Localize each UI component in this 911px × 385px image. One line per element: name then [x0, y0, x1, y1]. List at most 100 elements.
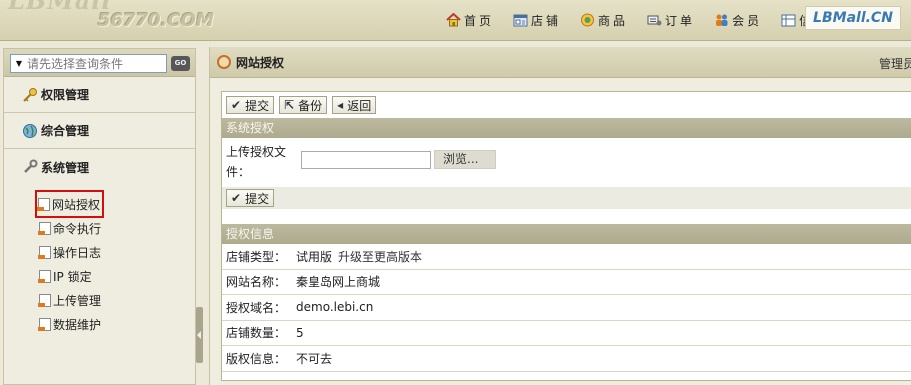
search-condition-select[interactable]: ▼ 请先选择查询条件: [10, 54, 167, 73]
upload-row: 上传授权文件： 浏览...: [222, 138, 911, 184]
nav-store-label: 店铺: [531, 13, 562, 28]
nav-goods[interactable]: 商品: [580, 11, 628, 29]
main-panel: 网站授权 管理员 ✔ 提交 ⇱ 备份 ◂ 返回 系统授权 上传授权文件： 浏览.…: [209, 47, 911, 385]
goods-icon: [580, 13, 595, 27]
info-key: 店铺类型：: [226, 249, 287, 264]
page-title: 网站授权: [236, 55, 285, 70]
order-icon: [647, 13, 662, 27]
sidebar-group-system[interactable]: 系统管理: [4, 149, 195, 185]
sidebar-item-label: 上传管理: [53, 293, 102, 308]
sidebar-group-label: 综合管理: [41, 124, 90, 138]
table-row: 店铺数量： 5: [222, 321, 911, 346]
sidebar-item-upload[interactable]: 上传管理: [38, 288, 102, 312]
info-value: 5: [296, 325, 304, 340]
submit-upload-button[interactable]: ✔ 提交: [226, 189, 275, 207]
sidebar-item-command[interactable]: 命令执行: [38, 216, 102, 240]
auth-info-table: 店铺类型： 试用版 升级至更高版本 网站名称： 秦皇岛网上商城 授权域名： de…: [222, 244, 911, 372]
submit-button[interactable]: ✔ 提交: [226, 96, 275, 114]
sidebar-item-label: 命令执行: [53, 221, 102, 236]
info-value: 秦皇岛网上商城: [296, 275, 381, 290]
table-row: 授权域名： demo.lebi.cn: [222, 295, 911, 321]
store-icon: [513, 13, 528, 27]
top-header: LBMall 56770.COM 首页 店铺 商品 订单 会员 LBMall.C…: [0, 0, 911, 41]
main-titlebar: 网站授权 管理员: [210, 47, 911, 78]
sidebar-item-label: 操作日志: [53, 245, 102, 260]
backup-icon: ⇱: [284, 98, 295, 112]
table-row: 版权信息： 不可去: [222, 346, 911, 372]
nav-home[interactable]: 首页: [446, 11, 494, 29]
wrench-icon: [22, 159, 38, 175]
back-label: 返回: [347, 98, 372, 113]
nav-order-label: 订单: [665, 13, 696, 28]
sidebar-group-general[interactable]: 综合管理: [4, 113, 195, 149]
section-header-auth: 系统授权: [222, 118, 911, 138]
back-arrow-icon: ◂: [337, 98, 344, 112]
info-key: 网站名称：: [226, 275, 287, 290]
nav-home-label: 首页: [464, 13, 495, 28]
nav-member[interactable]: 会员: [714, 11, 762, 29]
sidebar-group-label: 系统管理: [41, 160, 90, 175]
member-icon: [714, 13, 729, 27]
sidebar: ▼ 请先选择查询条件 GO 权限管理 综合管理 系统管理 网站授权 命令执行 操…: [3, 48, 196, 385]
info-key: 店铺数量：: [226, 326, 287, 341]
toolbar: ✔ 提交 ⇱ 备份 ◂ 返回: [222, 92, 911, 118]
sidebar-collapse-handle[interactable]: [196, 307, 203, 363]
submit-label: 提交: [245, 191, 270, 206]
section-header-info: 授权信息: [222, 224, 911, 244]
file-path-input[interactable]: [301, 151, 431, 169]
sidebar-item-label: 数据维护: [53, 317, 102, 332]
chevron-down-icon: ▼: [15, 59, 23, 68]
document-icon: [38, 221, 51, 235]
sidebar-search-row: ▼ 请先选择查询条件 GO: [4, 49, 195, 77]
document-icon: [38, 293, 51, 307]
brand-logo-text: LBMall.CN: [813, 10, 893, 26]
settings-icon: [217, 55, 231, 69]
sidebar-item-oplog[interactable]: 操作日志: [38, 240, 102, 264]
check-icon: ✔: [231, 191, 242, 205]
check-icon: ✔: [231, 98, 242, 112]
info-value: 不可去: [296, 351, 333, 366]
info-key: 授权域名：: [226, 300, 287, 315]
search-go-button[interactable]: GO: [171, 56, 190, 71]
document-icon: [38, 245, 51, 259]
upload-label: 上传授权文件：: [226, 145, 287, 179]
submit-row: ✔ 提交: [222, 187, 911, 209]
backup-label: 备份: [298, 98, 323, 113]
logo-wordmark: LBMall: [8, 0, 112, 15]
document-icon: [37, 197, 50, 211]
document-icon: [38, 269, 51, 283]
system-submenu: 网站授权 命令执行 操作日志 IP 锁定 上传管理 数据维护: [34, 190, 105, 336]
top-nav: 首页 店铺 商品 订单 会员: [446, 11, 833, 29]
info-key: 版权信息：: [226, 351, 287, 366]
sidebar-item-label: IP 锁定: [53, 269, 92, 284]
sidebar-group-permission[interactable]: 权限管理: [4, 77, 195, 113]
sidebar-item-data[interactable]: 数据维护: [38, 312, 102, 336]
info-value: demo.lebi.cn: [296, 300, 374, 315]
home-icon: [446, 12, 461, 27]
sidebar-item-site-auth[interactable]: 网站授权: [34, 190, 105, 218]
search-placeholder: 请先选择查询条件: [27, 57, 124, 71]
content-area: ✔ 提交 ⇱ 备份 ◂ 返回 系统授权 上传授权文件： 浏览... ✔ 提交 授…: [221, 91, 911, 381]
browse-button[interactable]: 浏览...: [434, 150, 496, 169]
submit-label: 提交: [245, 98, 270, 113]
sidebar-group-label: 权限管理: [41, 88, 90, 102]
info-value: 试用版: [296, 249, 333, 264]
logo-domain: 56770.COM: [98, 10, 214, 31]
admin-label: 管理员: [879, 57, 911, 71]
back-button[interactable]: ◂ 返回: [332, 96, 377, 114]
backup-button[interactable]: ⇱ 备份: [279, 96, 328, 114]
nav-member-label: 会员: [732, 13, 763, 28]
document-icon: [38, 317, 51, 331]
nav-store[interactable]: 店铺: [513, 11, 561, 29]
brand-logo: LBMall.CN: [805, 6, 901, 30]
sidebar-item-iplock[interactable]: IP 锁定: [38, 264, 102, 288]
table-row: 网站名称： 秦皇岛网上商城: [222, 270, 911, 295]
globe-icon: [22, 123, 38, 139]
sidebar-item-label: 网站授权: [52, 197, 101, 212]
nav-goods-label: 商品: [598, 13, 629, 28]
upgrade-link[interactable]: 升级至更高版本: [338, 248, 422, 265]
nav-order[interactable]: 订单: [647, 11, 695, 29]
table-row: 店铺类型： 试用版 升级至更高版本: [222, 244, 911, 270]
key-icon: [22, 87, 38, 103]
info-icon: [781, 13, 796, 27]
